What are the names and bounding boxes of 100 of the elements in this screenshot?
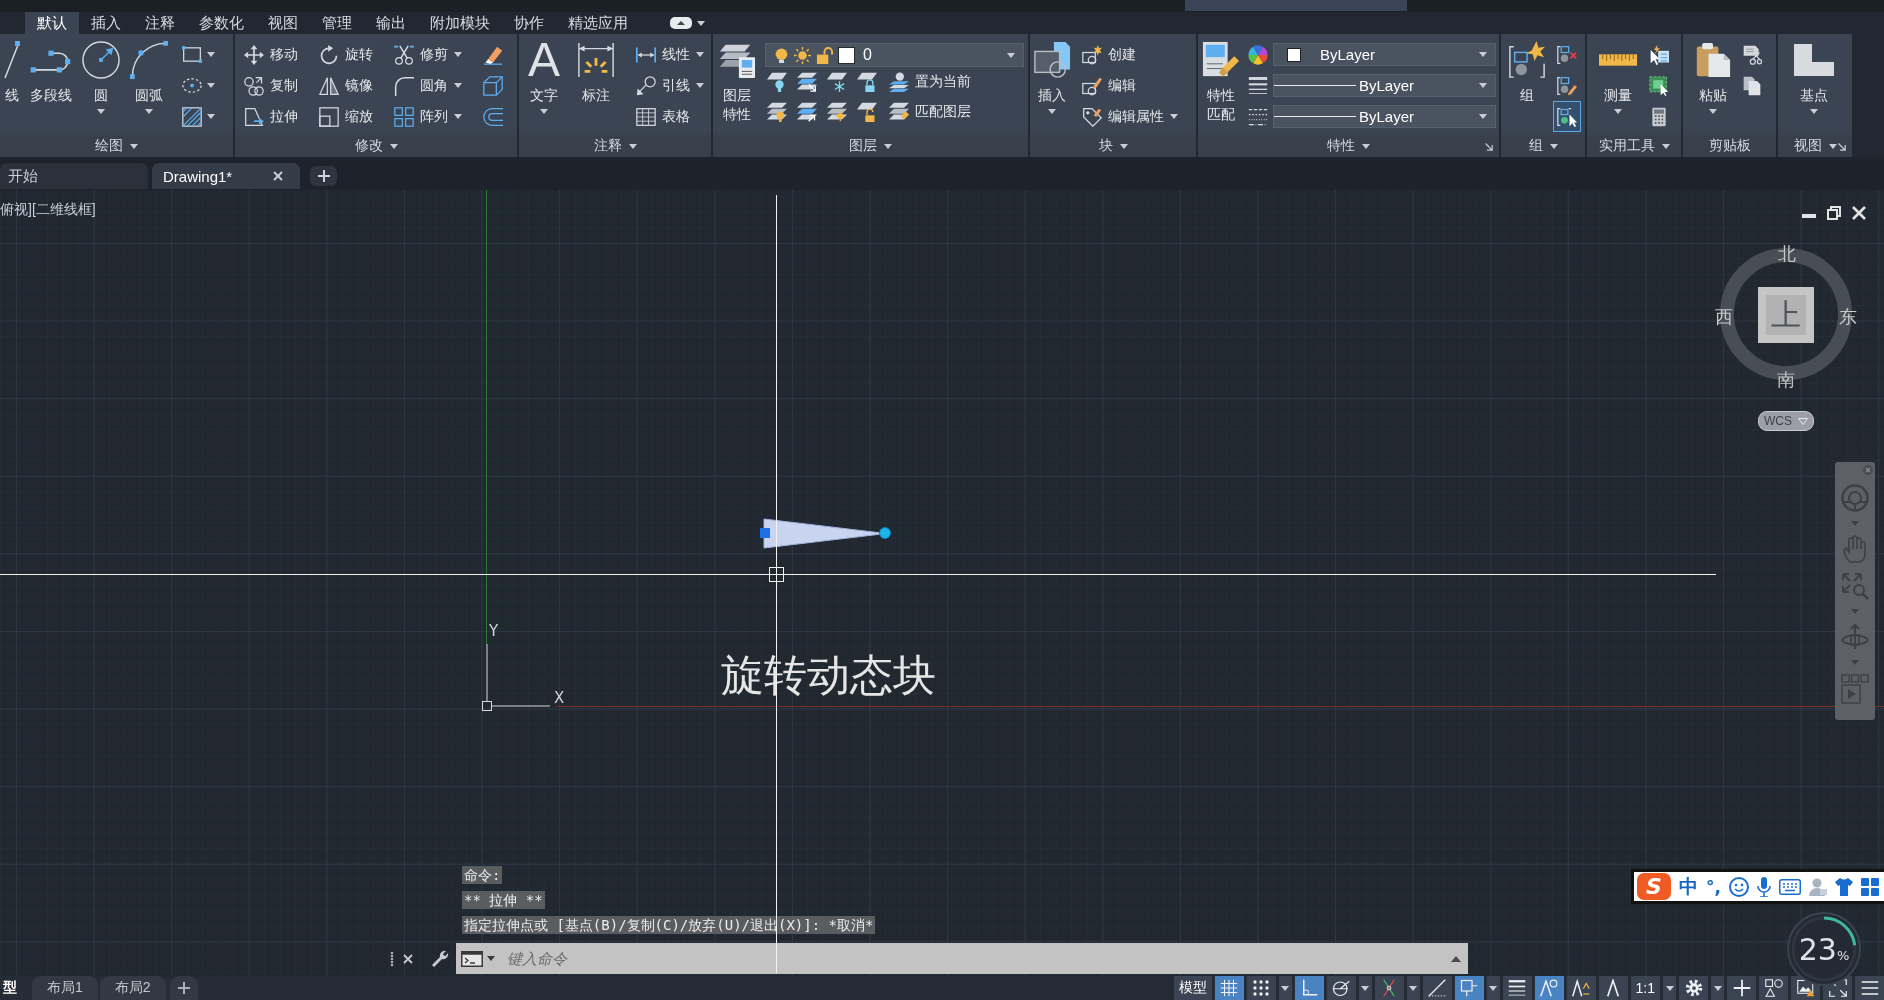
document-tab[interactable]: Drawing1* bbox=[152, 163, 300, 189]
ortho-button[interactable] bbox=[1294, 976, 1324, 1000]
linetype-dropdown[interactable]: ByLayer bbox=[1273, 105, 1496, 128]
input-mode-button[interactable]: 中 bbox=[1679, 873, 1698, 900]
grid-icon[interactable] bbox=[1860, 877, 1879, 896]
ribbon-tab[interactable]: 协作 bbox=[502, 12, 556, 34]
command-input[interactable]: 键入命令 bbox=[507, 946, 1447, 971]
measure-button[interactable]: 测量 bbox=[1599, 38, 1637, 114]
ribbon-tab[interactable]: 附加模块 bbox=[418, 12, 502, 34]
ribbon-tab[interactable]: 管理 bbox=[310, 12, 364, 34]
close-icon[interactable] bbox=[1852, 206, 1866, 220]
leader-button[interactable]: 引线 bbox=[632, 70, 708, 101]
arc-button[interactable]: 圆弧 bbox=[130, 38, 168, 114]
base-point-button[interactable]: 基点 bbox=[1793, 38, 1835, 114]
ribbon-tab[interactable]: 默认 bbox=[25, 12, 79, 34]
edit-attributes-button[interactable]: 编辑属性 bbox=[1078, 101, 1182, 132]
shirt-icon[interactable] bbox=[1834, 877, 1853, 896]
panel-title-button[interactable]: 注释 bbox=[593, 137, 637, 155]
panel-title-button[interactable]: 修改 bbox=[354, 137, 398, 155]
array-button[interactable]: 阵列 bbox=[390, 101, 466, 132]
table-button[interactable]: 表格 bbox=[632, 101, 708, 132]
ribbon-tab[interactable]: 插入 bbox=[79, 12, 133, 34]
fillet-button[interactable]: 圆角 bbox=[390, 70, 466, 101]
west-label[interactable]: 西 bbox=[1715, 307, 1733, 328]
auto-scale-button[interactable] bbox=[1566, 976, 1596, 1000]
tracking-button[interactable] bbox=[1422, 976, 1452, 1000]
north-label[interactable]: 北 bbox=[1778, 244, 1796, 265]
polar-button[interactable] bbox=[1326, 976, 1356, 1000]
set-current-layer-button[interactable]: 置为当前 bbox=[885, 68, 975, 96]
dropdown-button[interactable] bbox=[1278, 976, 1292, 1000]
ucs-menu-button[interactable]: WCS bbox=[1758, 411, 1814, 431]
scale-button[interactable]: 1:1 bbox=[1630, 976, 1660, 1000]
ribbon-tab[interactable]: 输出 bbox=[364, 12, 418, 34]
search-field[interactable] bbox=[1185, 0, 1407, 11]
workspace-button[interactable] bbox=[1679, 976, 1708, 1000]
wrench-icon[interactable] bbox=[431, 949, 449, 968]
edit-block-button[interactable]: 编辑 bbox=[1078, 70, 1182, 101]
scale-button[interactable]: 缩放 bbox=[315, 101, 377, 132]
caret-icon[interactable] bbox=[487, 956, 495, 961]
insert-button[interactable]: 插入 bbox=[1033, 38, 1071, 114]
isolate-button[interactable] bbox=[1759, 976, 1788, 1000]
text-button[interactable]: A 文字 bbox=[528, 38, 560, 114]
south-label[interactable]: 南 bbox=[1777, 370, 1795, 391]
layout-tab[interactable]: 布局1 bbox=[32, 976, 98, 1000]
create-block-button[interactable]: 创建 bbox=[1078, 39, 1182, 70]
layer-properties-button[interactable]: 图层特性 bbox=[718, 38, 756, 124]
group-button[interactable]: 组 bbox=[1508, 38, 1546, 105]
layout-tab[interactable]: 型 bbox=[0, 976, 30, 1000]
ribbon-tab[interactable]: 精选应用 bbox=[556, 12, 640, 34]
grip-dots-icon[interactable] bbox=[390, 950, 394, 967]
square-grip-icon[interactable] bbox=[760, 528, 770, 538]
terminal-icon[interactable] bbox=[461, 950, 483, 967]
annotation-scale-button[interactable] bbox=[1598, 976, 1628, 1000]
match-layer-button[interactable]: 匹配图层 bbox=[885, 98, 975, 126]
group-selection-button[interactable] bbox=[1553, 101, 1581, 132]
customize-button[interactable] bbox=[1855, 976, 1884, 1000]
circle-grip-icon[interactable] bbox=[879, 527, 891, 539]
smiley-icon[interactable] bbox=[1728, 876, 1749, 897]
paste-button[interactable]: 粘贴 bbox=[1695, 38, 1731, 114]
linear-dimension-button[interactable]: 线性 bbox=[632, 39, 708, 70]
monitor-button[interactable] bbox=[1727, 976, 1756, 1000]
dropdown-button[interactable] bbox=[1486, 976, 1500, 1000]
microphone-icon[interactable] bbox=[1756, 876, 1771, 897]
rotate-button[interactable]: 旋转 bbox=[315, 39, 377, 70]
corner-arrow-icon[interactable] bbox=[1838, 143, 1846, 151]
model-space-button[interactable]: 模型 bbox=[1173, 976, 1212, 1000]
move-button[interactable]: 移动 bbox=[240, 39, 302, 70]
dropdown-button[interactable] bbox=[1406, 976, 1420, 1000]
panel-title-button[interactable]: 块 bbox=[1098, 137, 1128, 155]
match-properties-button[interactable]: 特性匹配 bbox=[1202, 38, 1240, 124]
dimension-button[interactable]: 标注 bbox=[577, 38, 615, 105]
dropdown-button[interactable] bbox=[1663, 976, 1676, 1000]
annotation-visibility-button[interactable] bbox=[1534, 976, 1564, 1000]
panel-title-button[interactable]: 图层 bbox=[849, 137, 892, 155]
lineweight-button[interactable] bbox=[1502, 976, 1532, 1000]
layout-tab[interactable]: 布局2 bbox=[99, 976, 166, 1000]
stretch-button[interactable]: 拉伸 bbox=[240, 101, 302, 132]
ribbon-tab[interactable]: 参数化 bbox=[187, 12, 256, 34]
add-layout-button[interactable] bbox=[169, 976, 198, 1000]
line-button[interactable]: 线 bbox=[4, 38, 20, 105]
object-snap-button[interactable] bbox=[1454, 976, 1484, 1000]
punctuation-mode-button[interactable]: °, bbox=[1706, 876, 1721, 897]
keyboard-icon[interactable] bbox=[1778, 878, 1801, 895]
grid-button[interactable] bbox=[1214, 976, 1244, 1000]
close-icon[interactable] bbox=[273, 171, 283, 181]
restore-icon[interactable] bbox=[1827, 206, 1841, 220]
east-label[interactable]: 东 bbox=[1839, 307, 1857, 328]
ribbon-tab[interactable]: 视图 bbox=[256, 12, 310, 34]
viewcube-face[interactable]: 上 bbox=[1758, 287, 1814, 343]
isometric-button[interactable] bbox=[1374, 976, 1404, 1000]
dropdown-button[interactable] bbox=[1358, 976, 1372, 1000]
color-dropdown[interactable]: ByLayer bbox=[1273, 43, 1496, 66]
caret-up-icon[interactable] bbox=[1451, 955, 1461, 962]
close-icon[interactable] bbox=[403, 953, 413, 964]
copy-button[interactable]: 复制 bbox=[240, 70, 302, 101]
document-tab[interactable]: 开始 bbox=[0, 163, 148, 189]
dropdown-button[interactable] bbox=[1711, 976, 1724, 1000]
lineweight-dropdown[interactable]: ByLayer bbox=[1273, 74, 1496, 97]
command-line-field[interactable]: 键入命令 bbox=[456, 943, 1468, 974]
new-tab-button[interactable] bbox=[310, 166, 337, 186]
